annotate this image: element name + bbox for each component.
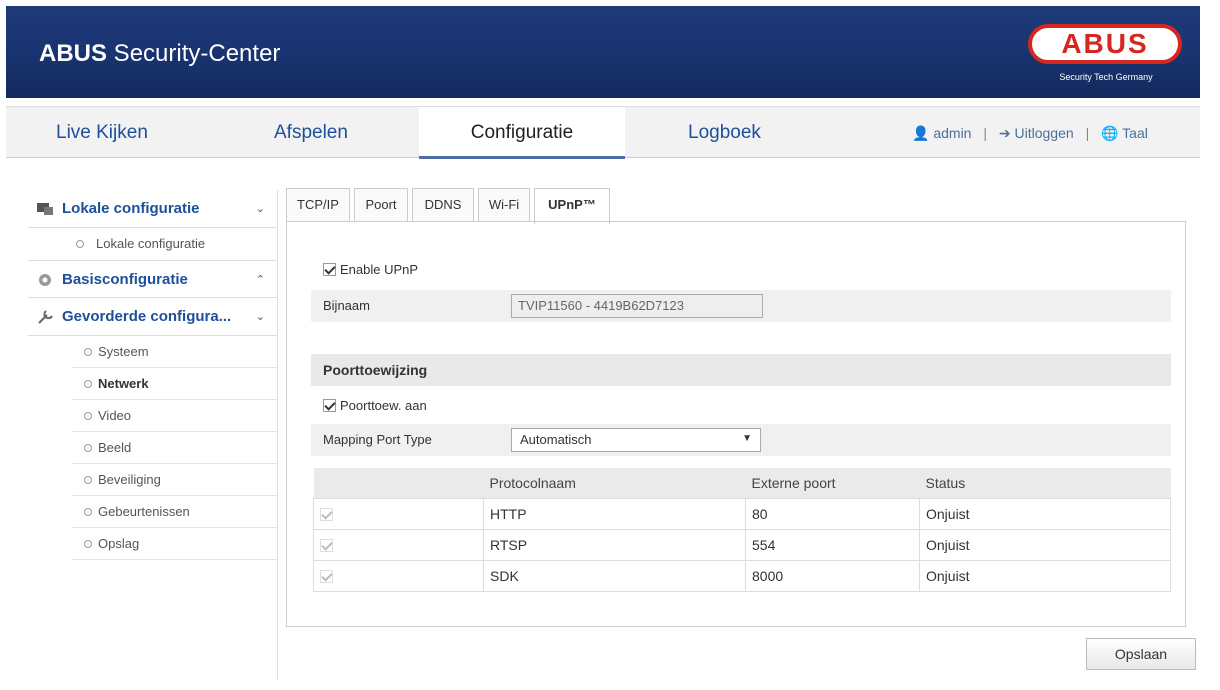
enable-upnp-checkbox[interactable] [323,263,336,276]
sidebar-item-network[interactable]: Netwerk [72,368,277,400]
mapping-type-label: Mapping Port Type [323,432,432,447]
port-mapping-enable-row: Poorttoew. aan [311,390,1171,422]
upnp-panel: Enable UPnP Bijnaam TVIP11560 - 4419B62D… [286,221,1186,627]
status-cell: Onjuist [919,528,1171,561]
logo-tagline: Security Tech Germany [1059,72,1153,82]
logout-link[interactable]: Uitloggen [1015,125,1074,141]
row-checkbox [320,538,333,552]
sidebar-item-storage[interactable]: Opslag [72,528,277,560]
abus-logo: ABUS Security Tech Germany [1020,22,1192,94]
language-link[interactable]: Taal [1122,125,1148,141]
protocol-cell: SDK [483,559,746,592]
chevron-up-icon: ⌃ [255,274,265,286]
section-title: Poorttoewijzing [323,362,428,378]
protocol-cell: HTTP [483,497,746,530]
alias-field[interactable]: TVIP11560 - 4419B62D7123 [511,294,763,318]
sidebar-item-system[interactable]: Systeem [72,336,277,368]
row-checkbox [320,507,333,521]
sidebar-item-security[interactable]: Beveiliging [72,464,277,496]
sidebar-local-config[interactable]: Lokale configuratie ⌄ [28,190,277,228]
monitor-icon [37,203,53,215]
table-row: HTTP 80 Onjuist [313,497,1171,530]
tab-live-view[interactable]: Live Kijken [56,107,148,159]
table-row: SDK 8000 Onjuist [313,559,1171,592]
tab-upnp[interactable]: UPnP™ [534,188,610,224]
col-status: Status [919,468,1171,498]
alias-row: Bijnaam TVIP11560 - 4419B62D7123 [311,290,1171,322]
save-button[interactable]: Opslaan [1086,638,1196,670]
col-protocol: Protocolnaam [483,468,746,498]
chevron-down-icon: ⌄ [255,311,265,323]
tab-configuration[interactable]: Configuratie [419,107,625,159]
user-name[interactable]: admin [933,125,971,141]
sidebar-advanced-config[interactable]: Gevorderde configura... ⌄ [28,298,277,336]
logout-icon: ➔ [998,125,1011,141]
app-title: ABUS Security-Center [39,40,281,67]
sidebar-item-video[interactable]: Video [72,400,277,432]
port-cell: 80 [745,497,920,530]
port-mapping-section: Poorttoewijzing [311,354,1171,386]
status-cell: Onjuist [919,559,1171,592]
gear-icon [39,274,51,286]
tab-wifi[interactable]: Wi-Fi [478,188,530,222]
col-check [313,468,484,498]
tab-tcpip[interactable]: TCP/IP [286,188,350,222]
sidebar-item-events[interactable]: Gebeurtenissen [72,496,277,528]
dropdown-arrow-icon: ▼ [742,433,752,444]
port-mapping-label: Poorttoew. aan [340,398,427,413]
enable-upnp-label: Enable UPnP [340,262,419,277]
sidebar-basic-config[interactable]: Basisconfiguratie ⌃ [28,260,277,298]
globe-icon: 🌐 [1101,125,1119,141]
alias-label: Bijnaam [323,298,370,313]
enable-upnp-row: Enable UPnP [311,254,1171,286]
port-cell: 554 [745,528,920,561]
user-icon: 👤 [912,125,930,141]
mapping-type-row: Mapping Port Type Automatisch ▼ [311,424,1171,456]
tab-playback[interactable]: Afspelen [274,107,348,159]
wrench-icon [38,310,53,324]
port-mapping-table: Protocolnaam Externe poort Status HTTP 8… [313,468,1171,592]
tab-ddns[interactable]: DDNS [412,188,474,222]
main-nav: Live Kijken Afspelen Configuratie Logboe… [6,106,1200,159]
port-cell: 8000 [745,559,920,592]
sidebar-item-local-config[interactable]: Lokale configuratie [52,228,277,260]
chevron-down-icon: ⌄ [255,203,265,215]
logo-text: ABUS [1061,28,1149,59]
port-mapping-checkbox[interactable] [323,399,336,412]
col-external-port: Externe poort [745,468,920,498]
mapping-type-select[interactable]: Automatisch ▼ [511,428,761,452]
sidebar-item-image[interactable]: Beeld [72,432,277,464]
row-checkbox [320,569,333,583]
sidebar: Lokale configuratie ⌄ Lokale configuratie… [28,190,278,680]
protocol-cell: RTSP [483,528,746,561]
tab-port[interactable]: Poort [354,188,408,222]
status-cell: Onjuist [919,497,1171,530]
tab-logbook[interactable]: Logboek [688,107,761,159]
app-header: ABUS Security-Center ABUS Security Tech … [6,6,1200,98]
table-row: RTSP 554 Onjuist [313,528,1171,561]
